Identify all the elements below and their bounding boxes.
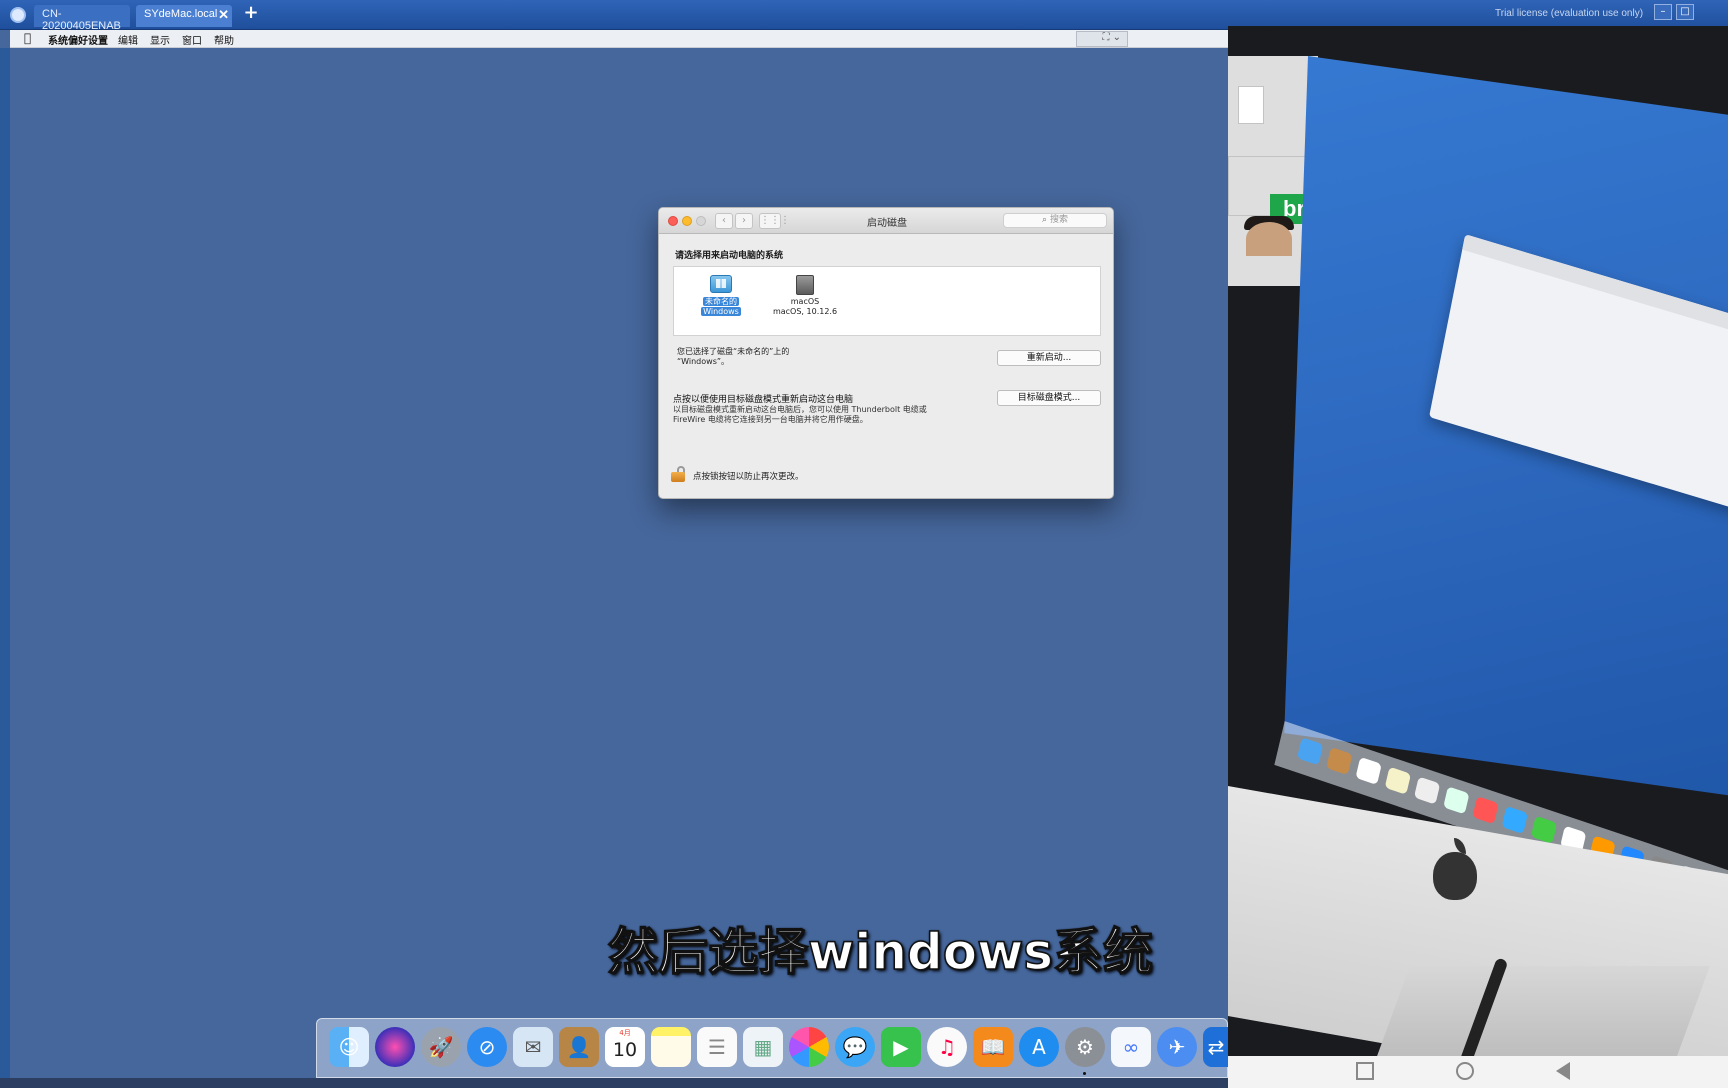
- viewer-toolbar-toggle[interactable]: ⛶ ⌄: [1076, 31, 1128, 47]
- selected-disk-text: 您已选择了磁盘“未命名的”上的 “Windows”。: [677, 347, 937, 367]
- teamviewer-icon[interactable]: ⇄: [1203, 1027, 1229, 1067]
- tab-remote-2[interactable]: SYdeMac.local ✕: [136, 5, 232, 27]
- add-tab-icon[interactable]: +: [242, 4, 260, 22]
- preview-icon[interactable]: ▦: [743, 1027, 783, 1067]
- bottom-edge-strip: [0, 1078, 1228, 1088]
- macos-disk-icon: [796, 275, 814, 295]
- dock-thumb: [1501, 805, 1528, 835]
- app-store-icon[interactable]: A: [1019, 1027, 1059, 1067]
- phone-navigation-bar: [1228, 1056, 1728, 1088]
- minimize-window-icon[interactable]: –: [1654, 4, 1672, 20]
- photos-icon[interactable]: [789, 1027, 829, 1067]
- dock-thumb: [1443, 786, 1470, 815]
- tab-label: SYdeMac.local: [144, 8, 218, 20]
- startup-disk-window: ‹ › ⋮⋮⋮ 启动磁盘 ⌕ 搜索 请选择用来启动电脑的系统 未命名的 Wind…: [658, 207, 1114, 499]
- target-mode-description: 以目标磁盘模式重新启动这台电脑后，您可以使用 Thunderbolt 电缆或 F…: [673, 405, 953, 425]
- menu-help[interactable]: 帮助: [214, 32, 234, 47]
- menu-view[interactable]: 显示: [150, 32, 170, 47]
- disk-windows[interactable]: 未命名的 Windows: [686, 275, 756, 317]
- contacts-icon[interactable]: 👤: [559, 1027, 599, 1067]
- disk-select-heading: 请选择用来启动电脑的系统: [675, 251, 784, 261]
- home-icon[interactable]: [1456, 1062, 1474, 1080]
- calendar-month: 4月: [619, 1029, 631, 1037]
- selected-text-line: 您已选择了磁盘“未命名的”上的: [677, 347, 790, 356]
- tab-remote-1[interactable]: CN-20200405ENAB: [34, 5, 130, 32]
- siri-icon[interactable]: [375, 1027, 415, 1067]
- apple-logo-icon: [1433, 852, 1477, 900]
- video-caption: 然后选择windows系统: [607, 922, 1154, 982]
- disk-name: 未命名的: [703, 297, 739, 306]
- disk-subname: macOS, 10.12.6: [772, 307, 838, 316]
- apple-menu-icon[interactable]: : [24, 31, 31, 45]
- lock-hint-text: 点按锁按钮以防止再次更改。: [693, 472, 804, 482]
- ibooks-icon[interactable]: 📖: [973, 1027, 1013, 1067]
- feishu-icon[interactable]: ✈: [1157, 1027, 1197, 1067]
- disk-subname: Windows: [701, 307, 741, 316]
- system-preferences-icon[interactable]: ⚙: [1065, 1027, 1105, 1067]
- menu-window[interactable]: 窗口: [182, 32, 202, 47]
- itunes-icon[interactable]: ♫: [927, 1027, 967, 1067]
- selected-text-line: “Windows”。: [677, 357, 729, 366]
- disk-list-panel: 未命名的 Windows macOS macOS, 10.12.6: [673, 266, 1101, 336]
- person-face: [1246, 222, 1292, 256]
- target-desc-line: 以目标磁盘模式重新启动这台电脑后，您可以使用 Thunderbolt 电缆或: [673, 405, 927, 414]
- mac-menubar:  系统偏好设置 编辑 显示 窗口 帮助 ⛶ ⌄: [10, 30, 1228, 48]
- license-notice: Trial license (evaluation use only): [1495, 8, 1644, 19]
- dock-thumb: [1355, 756, 1382, 785]
- search-placeholder: 搜索: [1049, 215, 1068, 225]
- restart-button[interactable]: 重新启动...: [997, 350, 1101, 366]
- search-field[interactable]: ⌕ 搜索: [1003, 213, 1107, 228]
- menu-system-preferences[interactable]: 系统偏好设置: [48, 32, 108, 47]
- recent-apps-icon[interactable]: [1356, 1062, 1374, 1080]
- wall-tile: [1238, 86, 1264, 124]
- finder-icon[interactable]: ☺: [329, 1027, 369, 1067]
- back-icon[interactable]: [1556, 1062, 1570, 1080]
- photographed-screen: [1274, 56, 1728, 936]
- close-tab-icon[interactable]: ✕: [218, 7, 229, 23]
- calendar-day: 10: [612, 1039, 638, 1061]
- baidu-netdisk-icon[interactable]: ∞: [1111, 1027, 1151, 1067]
- dock-thumb: [1296, 737, 1324, 766]
- dock-thumb: [1413, 776, 1441, 805]
- left-edge-strip: [0, 48, 10, 1088]
- dock-thumb: [1384, 766, 1412, 795]
- lock-icon[interactable]: [671, 466, 685, 482]
- maximize-window-icon[interactable]: □: [1676, 4, 1694, 20]
- mail-icon[interactable]: ✉: [513, 1027, 553, 1067]
- facetime-icon[interactable]: ▶: [881, 1027, 921, 1067]
- mac-dock: ☺ 🚀 ⊘ ✉ 👤 4月 10 ☰ ▦ 💬 ▶ ♫ 📖 A ⚙ ∞ ✈ ⇄: [316, 1018, 1229, 1078]
- messages-icon[interactable]: 💬: [835, 1027, 875, 1067]
- launchpad-icon[interactable]: 🚀: [421, 1027, 461, 1067]
- safari-icon[interactable]: ⊘: [467, 1027, 507, 1067]
- lock-body: [671, 472, 685, 482]
- dock-thumb: [1472, 796, 1499, 825]
- reminders-icon[interactable]: ☰: [697, 1027, 737, 1067]
- search-icon: ⌕: [1042, 215, 1048, 225]
- window-titlebar[interactable]: ‹ › ⋮⋮⋮ 启动磁盘 ⌕ 搜索: [659, 208, 1113, 234]
- viewer-logo-icon: [10, 7, 26, 23]
- calendar-icon[interactable]: 4月 10: [605, 1027, 645, 1067]
- target-desc-line: FireWire 电缆将它连接到另一台电脑并将它用作硬盘。: [673, 415, 868, 424]
- photographed-window: [1429, 234, 1728, 512]
- disk-macos[interactable]: macOS macOS, 10.12.6: [770, 275, 840, 317]
- target-mode-title: 点按以便使用目标磁盘模式重新启动这台电脑: [673, 395, 854, 405]
- windows-disk-icon: [710, 275, 732, 293]
- disk-name: macOS: [790, 297, 820, 306]
- notes-icon[interactable]: [651, 1027, 691, 1067]
- dock-thumb: [1326, 747, 1353, 776]
- target-disk-mode-button[interactable]: 目标磁盘模式...: [997, 390, 1101, 406]
- tab-label: CN-20200405ENAB: [42, 8, 121, 32]
- camera-feed: br: [1228, 26, 1728, 1088]
- menu-edit[interactable]: 编辑: [118, 32, 138, 47]
- photographed-titlebar: [1462, 234, 1728, 344]
- running-indicator: [1083, 1072, 1086, 1075]
